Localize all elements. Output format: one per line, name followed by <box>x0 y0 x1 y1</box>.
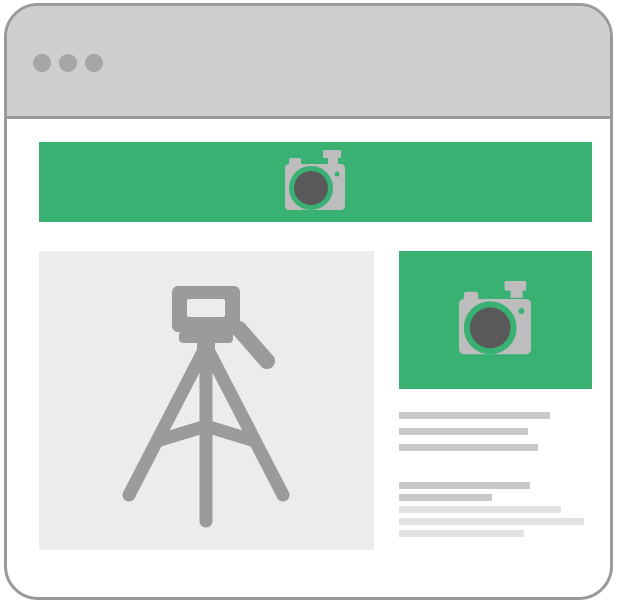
text-line <box>399 494 492 501</box>
text-line <box>399 518 584 525</box>
text-line <box>399 482 530 489</box>
camera-icon-large <box>459 281 531 355</box>
camera-icon <box>285 150 345 210</box>
window-titlebar <box>7 6 610 119</box>
window-dot-1[interactable] <box>33 54 51 72</box>
camera-lens <box>294 171 328 205</box>
camera-flash <box>323 150 341 158</box>
text-line <box>399 444 538 451</box>
hero-banner[interactable] <box>39 142 592 222</box>
media-panel[interactable] <box>39 251 374 550</box>
window-dot-3[interactable] <box>85 54 103 72</box>
text-line <box>399 412 550 419</box>
text-line <box>399 506 561 513</box>
side-card-image[interactable] <box>399 251 592 389</box>
window-dot-2[interactable] <box>59 54 77 72</box>
text-line <box>399 428 528 435</box>
text-line <box>399 530 524 537</box>
browser-window <box>4 3 613 600</box>
tripod-icon <box>122 286 290 528</box>
